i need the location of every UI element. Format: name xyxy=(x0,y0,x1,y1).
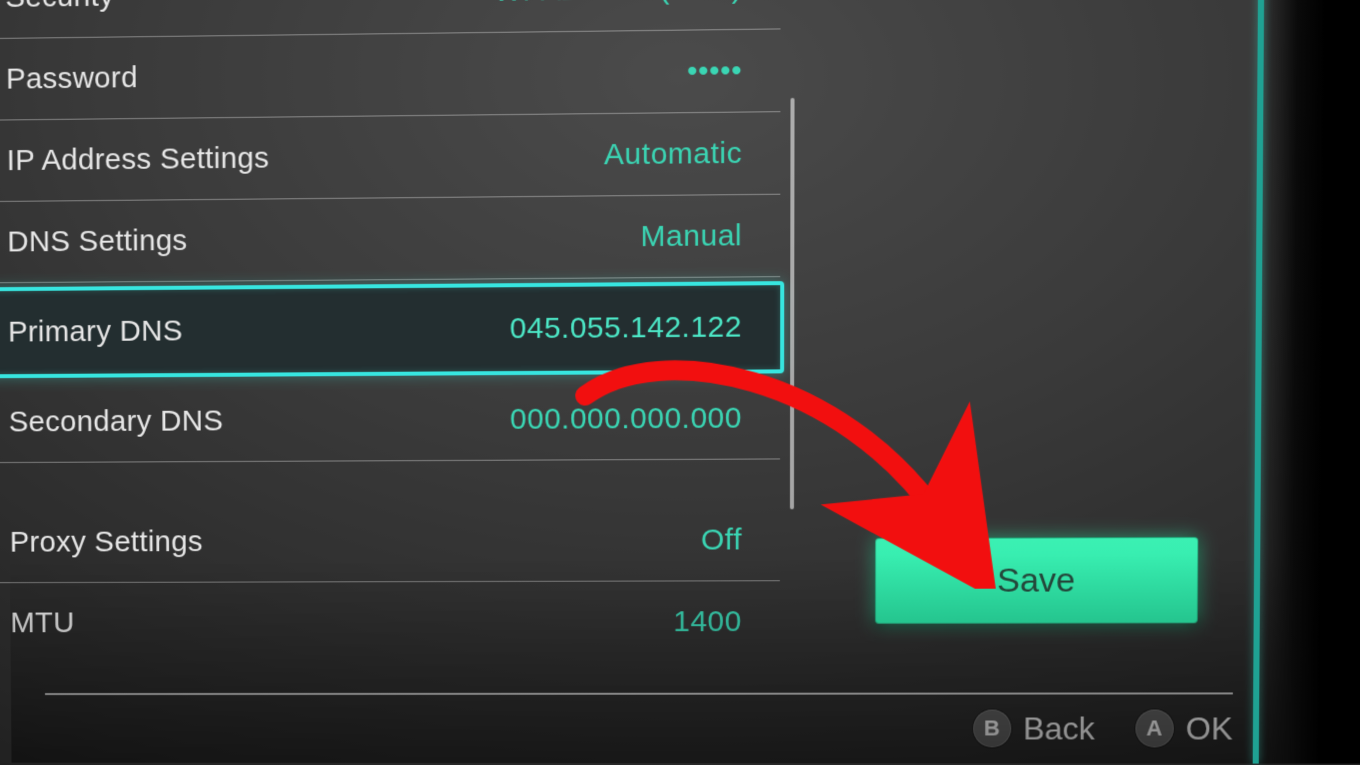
row-spacer xyxy=(0,459,780,502)
back-label: Back xyxy=(1023,710,1095,747)
row-mtu[interactable]: MTU 1400 xyxy=(0,581,780,664)
row-value: ••••• xyxy=(687,54,742,89)
row-value: Off xyxy=(701,523,742,557)
row-label: Password xyxy=(6,61,138,96)
row-label: Secondary DNS xyxy=(9,404,224,439)
row-label: IP Address Settings xyxy=(7,141,270,177)
row-label: Primary DNS xyxy=(8,315,183,350)
row-value: 045.055.142.122 xyxy=(510,311,742,347)
ok-label: OK xyxy=(1186,710,1233,747)
save-button[interactable]: Save xyxy=(875,537,1198,624)
row-label: Proxy Settings xyxy=(10,525,203,559)
row-value: 1400 xyxy=(673,605,742,639)
row-ip-address-settings[interactable]: IP Address Settings Automatic xyxy=(0,112,780,203)
row-value: Automatic xyxy=(604,136,742,172)
row-label: Security xyxy=(5,0,114,14)
row-label: DNS Settings xyxy=(7,224,187,259)
a-button-icon: A xyxy=(1135,709,1174,747)
save-button-label: Save xyxy=(997,561,1075,600)
row-value: WPA2-PSK (AES) xyxy=(494,0,743,8)
row-primary-dns[interactable]: Primary DNS 045.055.142.122 xyxy=(0,281,784,379)
row-value: Manual xyxy=(641,219,743,254)
ok-control[interactable]: A OK xyxy=(1135,709,1233,747)
scrollbar[interactable] xyxy=(790,98,795,509)
row-password[interactable]: Password ••••• xyxy=(0,29,781,121)
b-button-icon: B xyxy=(973,710,1011,748)
row-dns-settings[interactable]: DNS Settings Manual xyxy=(0,195,780,284)
settings-list: Security WPA2-PSK (AES) Password ••••• I… xyxy=(0,0,781,664)
row-secondary-dns[interactable]: Secondary DNS 000.000.000.000 xyxy=(0,377,780,463)
row-proxy-settings[interactable]: Proxy Settings Off xyxy=(0,499,780,583)
footer-controls: B Back A OK xyxy=(45,692,1233,762)
back-control[interactable]: B Back xyxy=(973,710,1095,748)
row-value: 000.000.000.000 xyxy=(510,401,742,436)
row-label: MTU xyxy=(10,607,74,641)
